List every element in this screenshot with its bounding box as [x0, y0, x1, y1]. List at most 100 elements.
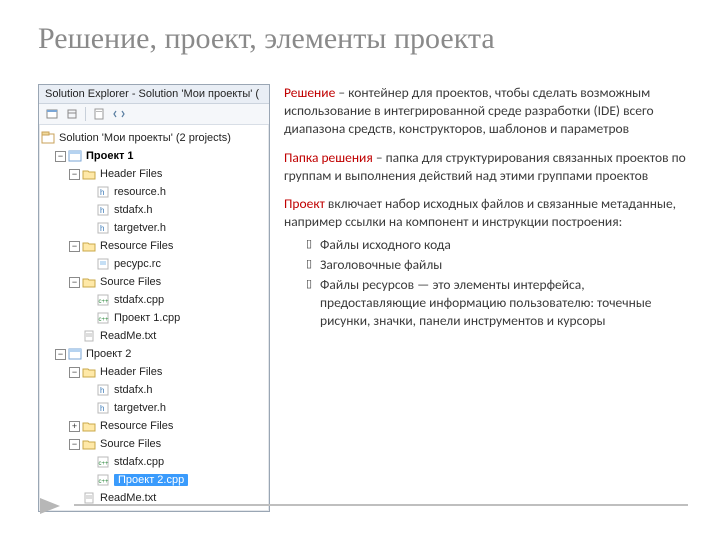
rc-file-icon	[96, 257, 110, 271]
file-label: targetver.h	[114, 222, 166, 234]
term-project: Проект	[284, 195, 325, 212]
cpp-file-icon: c++	[96, 455, 110, 469]
tree-row[interactable]: − Header Files	[41, 363, 267, 381]
definition-solution: Решение – контейнер для проектов, чтобы …	[284, 84, 688, 139]
svg-text:h: h	[100, 404, 104, 413]
folder-label: Resource Files	[100, 240, 173, 252]
svg-text:c++: c++	[99, 299, 110, 305]
definition-body: – контейнер для проектов, чтобы сделать …	[284, 84, 654, 137]
tree-row[interactable]: c++ Проект 1.cpp	[41, 309, 267, 327]
project-icon	[68, 149, 82, 163]
tree-row[interactable]: c++ stdafx.cpp	[41, 291, 267, 309]
slide-title: Решение, проект, элементы проекта	[38, 22, 495, 56]
term-solution-folder: Папка решения	[284, 149, 373, 166]
folder-icon	[82, 365, 96, 379]
list-item: Файлы исходного кода	[306, 236, 688, 254]
folder-label: Source Files	[100, 276, 161, 288]
h-file-icon: h	[96, 401, 110, 415]
tree-row[interactable]: − Source Files	[41, 273, 267, 291]
solution-icon	[41, 131, 55, 145]
tree-row-selected[interactable]: c++ Проект 2.cpp	[41, 471, 267, 489]
collapse-icon[interactable]: −	[69, 277, 80, 288]
file-label: stdafx.h	[114, 204, 153, 216]
folder-label: Header Files	[100, 366, 162, 378]
cpp-file-icon: c++	[96, 293, 110, 307]
tree-row[interactable]: − Resource Files	[41, 237, 267, 255]
explorer-tree: Solution 'Мои проекты' (2 projects) − Пр…	[39, 125, 269, 511]
footer-triangle-icon	[40, 498, 60, 514]
properties-icon[interactable]	[43, 106, 61, 122]
tree-row[interactable]: − Header Files	[41, 165, 267, 183]
file-label: resource.h	[114, 186, 166, 198]
collapse-icon[interactable]: −	[69, 241, 80, 252]
tree-row[interactable]: ReadMe.txt	[41, 327, 267, 345]
tree-row[interactable]: c++ stdafx.cpp	[41, 453, 267, 471]
definitions-column: Решение – контейнер для проектов, чтобы …	[284, 84, 688, 512]
solution-explorer-panel: Solution Explorer - Solution 'Мои проект…	[38, 84, 270, 512]
explorer-caption: Solution Explorer - Solution 'Мои проект…	[39, 85, 269, 104]
svg-text:c++: c++	[99, 461, 110, 467]
folder-icon	[82, 239, 96, 253]
show-all-files-icon[interactable]	[63, 106, 81, 122]
folder-label: Resource Files	[100, 420, 173, 432]
cpp-file-icon: c++	[96, 311, 110, 325]
project-name: Проект 1	[86, 150, 134, 162]
folder-label: Source Files	[100, 438, 161, 450]
refresh-icon[interactable]	[90, 106, 108, 122]
project-icon	[68, 347, 82, 361]
tree-row[interactable]: + Resource Files	[41, 417, 267, 435]
tree-row[interactable]: − Проект 2	[41, 345, 267, 363]
file-label: stdafx.cpp	[114, 456, 164, 468]
folder-label: Header Files	[100, 168, 162, 180]
tree-row[interactable]: − Проект 1	[41, 147, 267, 165]
h-file-icon: h	[96, 383, 110, 397]
cpp-file-icon: c++	[96, 473, 110, 487]
footer-rule	[74, 504, 688, 506]
txt-file-icon	[82, 329, 96, 343]
file-label: ReadMe.txt	[100, 330, 156, 342]
collapse-icon[interactable]: −	[55, 151, 66, 162]
tree-row[interactable]: ресурс.rc	[41, 255, 267, 273]
file-label-selected: Проект 2.cpp	[114, 474, 188, 486]
project-contents-list: Файлы исходного кода Заголовочные файлы …	[306, 236, 688, 331]
h-file-icon: h	[96, 221, 110, 235]
file-label: ReadMe.txt	[100, 492, 156, 504]
folder-icon	[82, 167, 96, 181]
tree-row[interactable]: h targetver.h	[41, 399, 267, 417]
collapse-icon[interactable]: −	[69, 439, 80, 450]
tree-row[interactable]: h stdafx.h	[41, 201, 267, 219]
collapse-icon[interactable]: −	[69, 367, 80, 378]
h-file-icon: h	[96, 203, 110, 217]
definition-solution-folder: Папка решения – папка для структурирован…	[284, 149, 688, 185]
file-label: targetver.h	[114, 402, 166, 414]
tree-row[interactable]: h resource.h	[41, 183, 267, 201]
h-file-icon: h	[96, 185, 110, 199]
view-code-icon[interactable]	[110, 106, 128, 122]
tree-row[interactable]: − Source Files	[41, 435, 267, 453]
file-label: stdafx.cpp	[114, 294, 164, 306]
file-label: stdafx.h	[114, 384, 153, 396]
content-wrap: Solution Explorer - Solution 'Мои проект…	[38, 84, 688, 512]
solution-node[interactable]: Solution 'Мои проекты' (2 projects)	[41, 129, 267, 147]
tree-row[interactable]: h targetver.h	[41, 219, 267, 237]
definition-body: включает набор исходных файлов и связанн…	[284, 195, 676, 230]
toolbar-separator	[85, 107, 86, 121]
svg-text:c++: c++	[99, 479, 110, 485]
txt-file-icon	[82, 491, 96, 505]
svg-text:h: h	[100, 224, 104, 233]
collapse-icon[interactable]: −	[69, 169, 80, 180]
svg-text:h: h	[100, 188, 104, 197]
list-item: Файлы ресурсов — это элементы интерфейса…	[306, 276, 688, 331]
svg-text:h: h	[100, 206, 104, 215]
file-label: Проект 1.cpp	[114, 312, 180, 324]
tree-row[interactable]: h stdafx.h	[41, 381, 267, 399]
folder-icon	[82, 419, 96, 433]
term-solution: Решение	[284, 84, 335, 101]
folder-icon	[82, 437, 96, 451]
explorer-toolbar	[39, 104, 269, 125]
collapse-icon[interactable]: −	[55, 349, 66, 360]
file-label: ресурс.rc	[114, 258, 161, 270]
list-item: Заголовочные файлы	[306, 256, 688, 274]
folder-icon	[82, 275, 96, 289]
expand-icon[interactable]: +	[69, 421, 80, 432]
